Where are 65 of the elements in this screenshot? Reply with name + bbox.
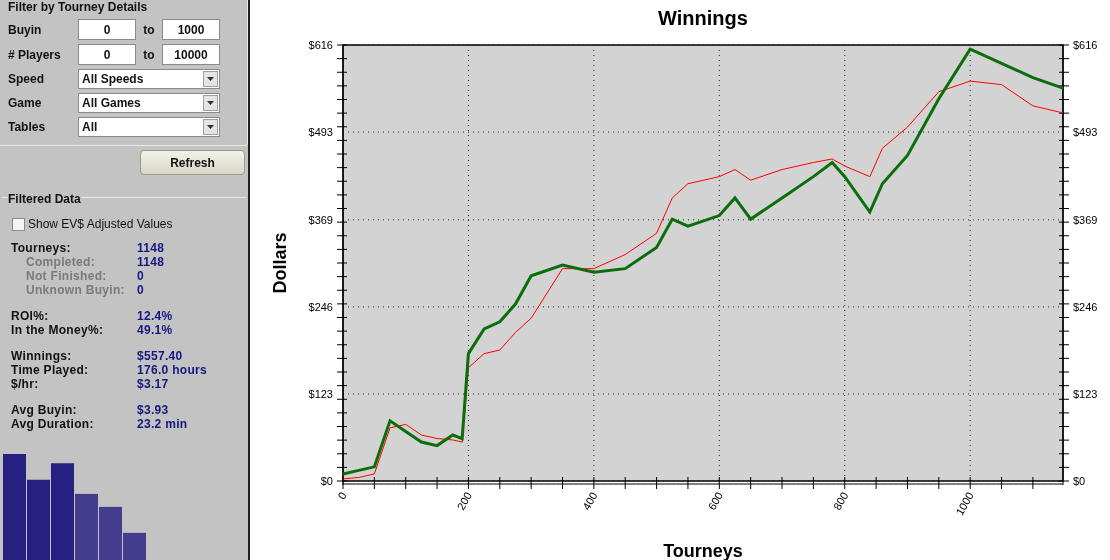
- chart-title: Winnings: [658, 7, 748, 29]
- field-label: Tables: [8, 119, 47, 136]
- checkbox[interactable]: [12, 217, 25, 231]
- field-label: # Players: [8, 46, 62, 64]
- y-tick-label: $0: [320, 475, 333, 487]
- x-tick-label: 600: [705, 490, 726, 512]
- y-tick-label: $369: [1073, 213, 1098, 226]
- stat-label: Unknown Buyin:: [25, 283, 126, 297]
- stat-label: Avg Buyin:: [11, 403, 78, 417]
- stat-value: $557.40: [137, 349, 183, 363]
- x-tick-label: 400: [580, 490, 600, 512]
- field-label: Game: [8, 95, 43, 112]
- stat-label: Not Finished:: [25, 269, 108, 283]
- from-input-field[interactable]: 0: [78, 44, 136, 65]
- y-tick-label: $0: [1073, 475, 1086, 487]
- y-tick-label: $246: [1073, 300, 1098, 313]
- stat-value: $3.93: [137, 403, 169, 417]
- checkbox-label: Show EV$ Adjusted Values: [28, 216, 173, 233]
- stat-value: 0: [137, 269, 144, 283]
- to-label: to: [142, 46, 156, 64]
- dropdown[interactable]: All Games: [78, 93, 220, 113]
- y-axis-title: Dollars: [270, 232, 290, 294]
- stat-label: Completed:: [25, 255, 96, 269]
- caret-icon: [207, 125, 214, 129]
- stat-label: In the Money%:: [11, 323, 105, 337]
- y-tick-label: $616: [308, 39, 333, 51]
- stat-value: 1148: [137, 241, 165, 255]
- y-tick-label: $493: [308, 126, 333, 139]
- dropdown[interactable]: All: [78, 117, 220, 137]
- to-input-field[interactable]: 1000: [162, 19, 220, 40]
- y-tick-label: $493: [1073, 126, 1098, 139]
- dropdown-arrow-button[interactable]: [203, 71, 218, 87]
- stat-label: $/hr:: [11, 377, 40, 391]
- stat-label: Winnings:: [11, 349, 73, 363]
- y-tick-label: $246: [308, 300, 333, 313]
- stat-label: Tourneys:: [11, 241, 72, 255]
- field-label: Speed: [8, 71, 45, 88]
- y-tick-label: $616: [1073, 39, 1098, 51]
- stat-value: 12.4%: [137, 309, 173, 323]
- stat-value: 176.0 hours: [137, 363, 207, 377]
- stat-value: 0: [137, 283, 144, 297]
- stat-label: ROI%:: [11, 309, 50, 323]
- x-tick-label: 0: [335, 490, 349, 502]
- caret-icon: [207, 77, 214, 81]
- stat-value: 1148: [137, 255, 165, 269]
- stat-label: Time Played:: [11, 363, 90, 377]
- stat-label: Avg Duration:: [11, 417, 95, 431]
- stat-value: 23.2 min: [137, 417, 188, 431]
- stat-value: $3.17: [137, 377, 169, 391]
- caret-icon: [207, 101, 214, 105]
- from-input-field[interactable]: 0: [78, 19, 136, 40]
- x-tick-label: 800: [830, 490, 851, 512]
- stat-value: 49.1%: [137, 323, 173, 337]
- dropdown-arrow-button[interactable]: [203, 95, 218, 111]
- y-tick-label: $123: [1073, 387, 1098, 400]
- y-tick-label: $123: [308, 387, 333, 400]
- dropdown[interactable]: All Speeds: [78, 69, 220, 89]
- x-axis-title: Tourneys: [663, 541, 743, 560]
- section-title: Filter by Tourney Details: [8, 1, 149, 14]
- y-tick-label: $369: [308, 213, 333, 226]
- dropdown-arrow-button[interactable]: [203, 119, 218, 135]
- refresh-button[interactable]: Refresh: [140, 150, 245, 175]
- to-input-field[interactable]: 10000: [162, 44, 220, 65]
- field-label: Buyin: [8, 21, 43, 39]
- to-label: to: [142, 21, 156, 39]
